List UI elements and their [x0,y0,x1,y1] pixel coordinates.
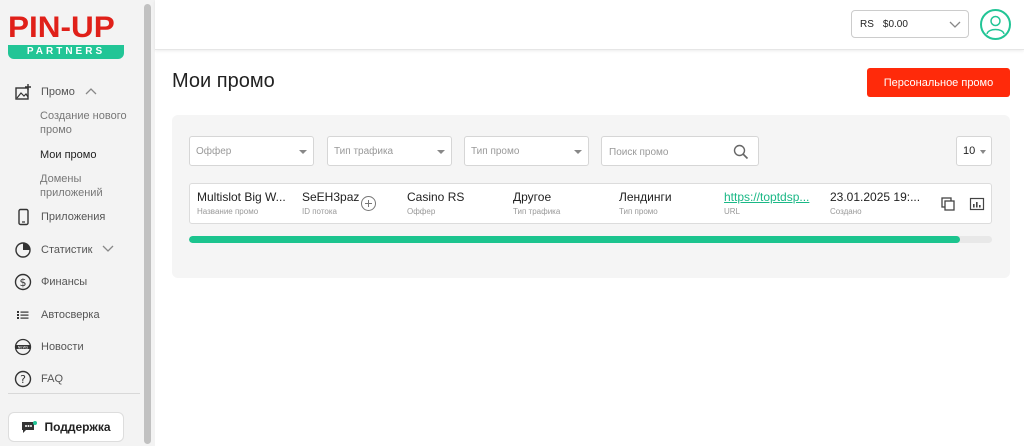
sidebar-item-promo[interactable]: Промо [14,83,97,101]
search-box [601,136,759,166]
svg-text:NEWS: NEWS [18,345,29,349]
sidebar-item-apps[interactable]: Приложения [14,208,105,226]
logo-word: PIN-UP [8,11,115,44]
traffic-label: Тип трафика [513,207,561,216]
offer-label: Оффер [407,207,436,216]
sidebar-subitem-my-promo[interactable]: Мои промо [40,148,96,162]
search-icon[interactable] [733,144,749,160]
add-image-icon [14,83,32,101]
copy-icon[interactable] [940,196,956,212]
sidebar-item-label: FAQ [41,373,64,385]
cell-name: Multislot Big W... Название промо [197,190,292,216]
balance-select[interactable]: RS $0.00 [851,10,969,38]
sidebar-subitem-create-promo[interactable]: Создание нового промо [40,109,141,137]
support-label: Поддержка [44,420,111,434]
caret-down-icon [980,150,986,154]
chevron-down-icon [949,17,961,34]
progress-fill [189,236,960,243]
phone-icon [14,208,32,226]
dollar-icon: $ [14,273,32,291]
stream-id: SeEH3paz [302,190,360,204]
sidebar-item-label: Промо [41,86,75,98]
logo-sub: PARTNERS [8,45,124,59]
url-label: URL [724,207,741,216]
stream-id-label: ID потока [302,207,337,216]
promo-type-label: Тип промо [619,207,658,216]
sidebar: PIN-UP PARTNERS Промо Создание нового пр… [0,0,141,446]
loading-progress-bar [189,236,992,243]
cell-created: 23.01.2025 19:... Создано [830,190,922,216]
add-circle-icon[interactable] [361,196,376,211]
sidebar-subitem-app-domains[interactable]: Домены приложений [40,172,115,200]
promo-name-label: Название промо [197,207,259,216]
cell-promo-type: Лендинги Тип промо [619,190,709,216]
offer-value: Casino RS [407,190,465,204]
promo-type-filter[interactable]: Тип промо [464,136,589,166]
traffic-type-filter[interactable]: Тип трафика [327,136,452,166]
chat-icon [21,420,38,434]
promo-type-label: Тип промо [471,145,520,157]
currency-code: RS [860,18,874,30]
promo-type-value: Лендинги [619,190,672,204]
balance-amount: $0.00 [882,18,908,30]
promo-name: Multislot Big W... [197,190,286,204]
sidebar-item-news[interactable]: NEWS Новости [14,338,84,356]
traffic-value: Другое [513,190,552,204]
svg-text:?: ? [20,373,26,386]
support-button[interactable]: Поддержка [8,412,124,442]
sidebar-item-label: Статистик [41,244,93,256]
chevron-up-icon [85,87,97,98]
offer-filter[interactable]: Оффер [189,136,314,166]
sidebar-item-autoreconcile[interactable]: Автосверка [14,306,100,324]
sidebar-divider [8,393,140,394]
created-label: Создано [830,207,862,216]
cell-offer: Casino RS Оффер [407,190,497,216]
created-value: 23.01.2025 19:... [830,190,921,204]
table-row[interactable]: Multislot Big W... Название промо SeEH3p… [189,183,992,224]
promo-url-link[interactable]: https://toptdsp... [724,190,814,204]
cell-traffic: Другое Тип трафика [513,190,603,216]
question-icon: ? [14,370,32,388]
personal-promo-button[interactable]: Персональное промо [867,68,1010,97]
per-page-select[interactable]: 10 [956,136,992,166]
scrollbar-thumb[interactable] [144,4,151,444]
sidebar-item-statistics[interactable]: Статистик [14,241,114,259]
chevron-down-icon [102,245,114,256]
news-icon: NEWS [14,338,32,356]
caret-down-icon [574,150,582,154]
cell-stream: SeEH3paz ID потока [302,190,362,216]
svg-text:$: $ [20,276,27,289]
sidebar-item-label: Автосверка [41,309,100,321]
pin-up-partners-logo[interactable]: PIN-UP PARTNERS [8,12,124,60]
user-avatar-icon[interactable] [980,9,1011,40]
sidebar-item-label: Финансы [41,276,88,288]
sidebar-item-finance[interactable]: $ Финансы [14,273,87,291]
cell-url: https://toptdsp... URL [724,190,814,216]
offer-filter-label: Оффер [196,145,232,157]
search-input[interactable] [609,144,729,160]
caret-down-icon [299,150,307,154]
sidebar-item-faq[interactable]: ? FAQ [14,370,63,388]
sidebar-item-label: Приложения [41,211,106,223]
page-title: Мои промо [172,70,275,92]
list-icon [14,306,32,324]
caret-down-icon [437,150,445,154]
sidebar-scrollbar[interactable] [141,0,155,446]
per-page-value: 10 [963,145,976,157]
stats-icon[interactable] [969,196,985,212]
sidebar-item-label: Новости [41,341,84,353]
traffic-type-label: Тип трафика [334,145,394,157]
pie-chart-icon [14,241,32,259]
